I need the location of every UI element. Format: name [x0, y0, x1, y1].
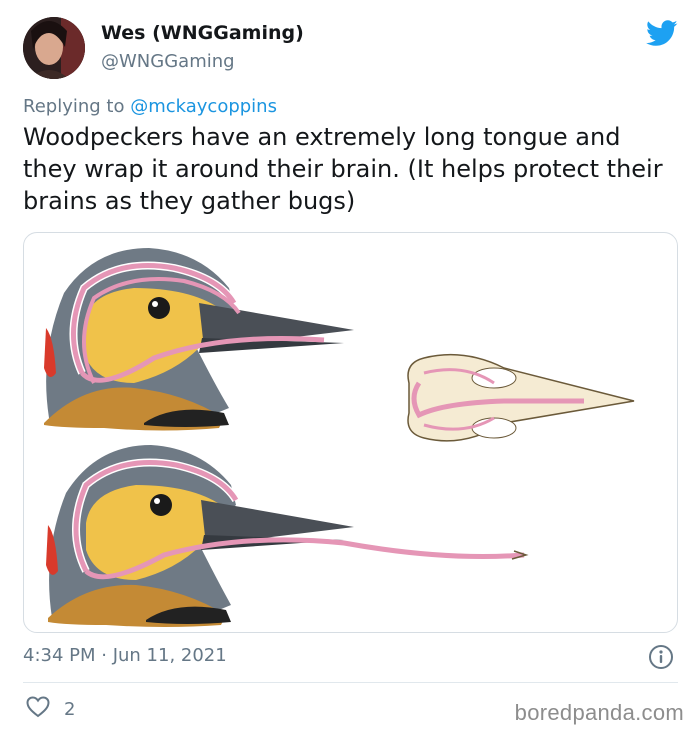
watermark: boredpanda.com	[514, 700, 684, 725]
tweet-image[interactable]	[23, 232, 678, 633]
like-action[interactable]: 2	[26, 695, 76, 723]
woodpecker-head-top-illustration	[44, 248, 354, 431]
twitter-bird-icon[interactable]	[646, 20, 678, 47]
like-count: 2	[64, 698, 76, 720]
reply-prefix: Replying to	[23, 96, 131, 117]
woodpecker-head-bottom-illustration	[46, 445, 529, 627]
woodpecker-skull-illustration	[407, 353, 635, 442]
info-icon[interactable]	[648, 644, 674, 670]
tweet-header: Wes (WNGGaming) @WNGGaming	[23, 17, 678, 81]
tweet-timestamp[interactable]: 4:34 PM · Jun 11, 2021	[23, 645, 227, 666]
reply-context: Replying to @mckaycoppins	[23, 96, 277, 117]
reply-mention-link[interactable]: @mckaycoppins	[130, 96, 277, 117]
avatar[interactable]	[23, 17, 85, 79]
heart-icon[interactable]	[26, 695, 50, 723]
author-handle[interactable]: @WNGGaming	[101, 51, 235, 72]
tweet-text: Woodpeckers have an extremely long tongu…	[23, 123, 663, 215]
author-name[interactable]: Wes (WNGGaming)	[101, 22, 304, 44]
divider	[23, 682, 678, 683]
